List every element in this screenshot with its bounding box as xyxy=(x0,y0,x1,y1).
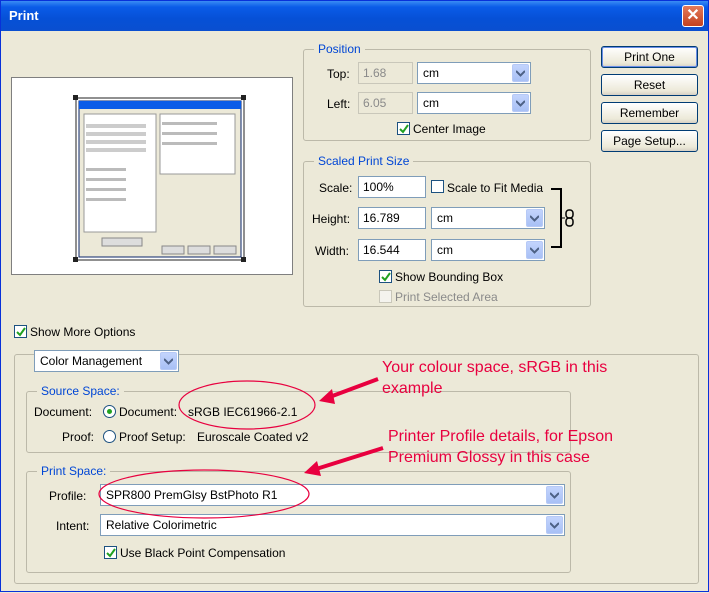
colour-space-arrowhead xyxy=(319,389,335,404)
printer-profile-annotation-line2: Premium Glossy in this case xyxy=(388,449,590,466)
document-profile-highlight xyxy=(178,380,316,430)
printer-profile-highlight xyxy=(98,469,310,519)
colour-space-annotation-line2: example xyxy=(382,380,443,397)
printer-profile-annotation-line1: Printer Profile details, for Epson xyxy=(388,428,613,445)
printer-profile-arrow xyxy=(312,446,384,472)
printer-profile-arrowhead xyxy=(304,461,321,476)
colour-space-annotation-line1: Your colour space, sRGB in this xyxy=(382,359,608,376)
printer-profile-annotation: Printer Profile details, for Epson Premi… xyxy=(388,426,613,468)
colour-space-arrow xyxy=(326,377,379,400)
colour-space-annotation: Your colour space, sRGB in this example xyxy=(382,357,607,399)
annotation-overlay xyxy=(98,377,384,519)
print-dialog: Print ✕ Position Top: 1.68 cm Left: 6.05… xyxy=(0,0,709,592)
